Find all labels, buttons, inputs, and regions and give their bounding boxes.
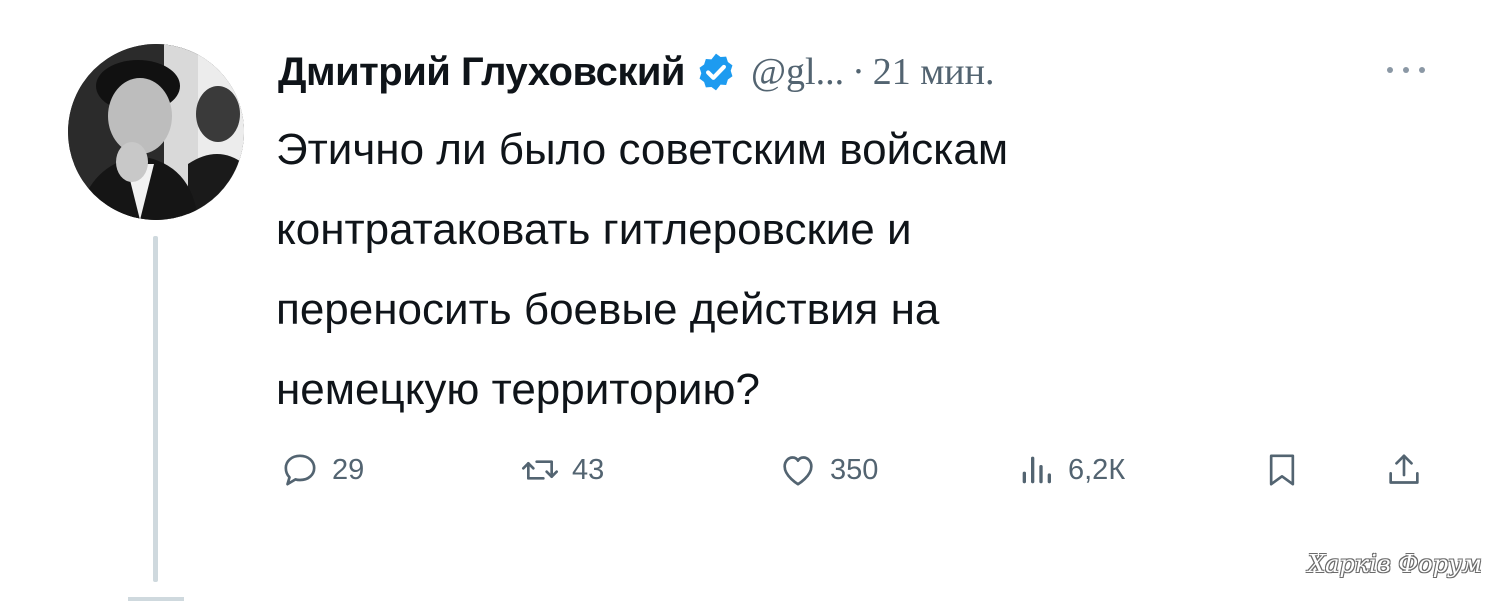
repost-count: 43 <box>572 453 605 486</box>
tweet-header: Дмитрий Глуховский @gl... · 21 мин. <box>278 40 994 104</box>
author-name[interactable]: Дмитрий Глуховский <box>278 50 686 95</box>
avatar-photo <box>68 44 244 220</box>
views-button[interactable]: 6,2К <box>1016 440 1125 500</box>
thread-line-end <box>128 597 184 601</box>
thread-line <box>153 236 158 582</box>
repost-icon <box>522 460 558 480</box>
tweet-text-line: переносить боевые действия на <box>276 285 940 334</box>
tweet-text: Этично ли было советским войскам контрат… <box>276 110 1376 430</box>
share-button[interactable] <box>1384 440 1424 500</box>
repost-button[interactable]: 43 <box>520 440 604 500</box>
verified-badge-icon <box>699 53 733 91</box>
tweet-text-line: контратаковать гитлеровские и <box>276 205 912 254</box>
reply-button[interactable]: 29 <box>280 440 364 500</box>
more-button[interactable] <box>1374 50 1438 90</box>
like-button[interactable]: 350 <box>778 440 878 500</box>
bookmark-button[interactable] <box>1262 440 1302 500</box>
reply-count: 29 <box>332 453 365 486</box>
tweet-timestamp[interactable]: 21 мин. <box>873 50 995 94</box>
reply-icon <box>284 454 316 486</box>
tweet-text-line: Этично ли было советским войскам <box>276 125 1009 174</box>
header-separator: · <box>852 51 865 93</box>
share-icon <box>1389 454 1419 484</box>
views-icon <box>1022 456 1051 484</box>
avatar[interactable] <box>68 44 244 220</box>
tweet-text-line: немецкую территорию? <box>276 365 760 414</box>
views-count: 6,2К <box>1068 453 1126 486</box>
like-icon <box>783 456 813 486</box>
author-handle[interactable]: @gl... <box>751 50 844 94</box>
like-count: 350 <box>830 453 879 486</box>
tweet-actions: 29 43 350 6,2К <box>0 440 1507 500</box>
watermark: Харків Форум <box>1308 550 1482 578</box>
more-icon <box>1387 67 1425 73</box>
bookmark-icon <box>1269 454 1295 486</box>
